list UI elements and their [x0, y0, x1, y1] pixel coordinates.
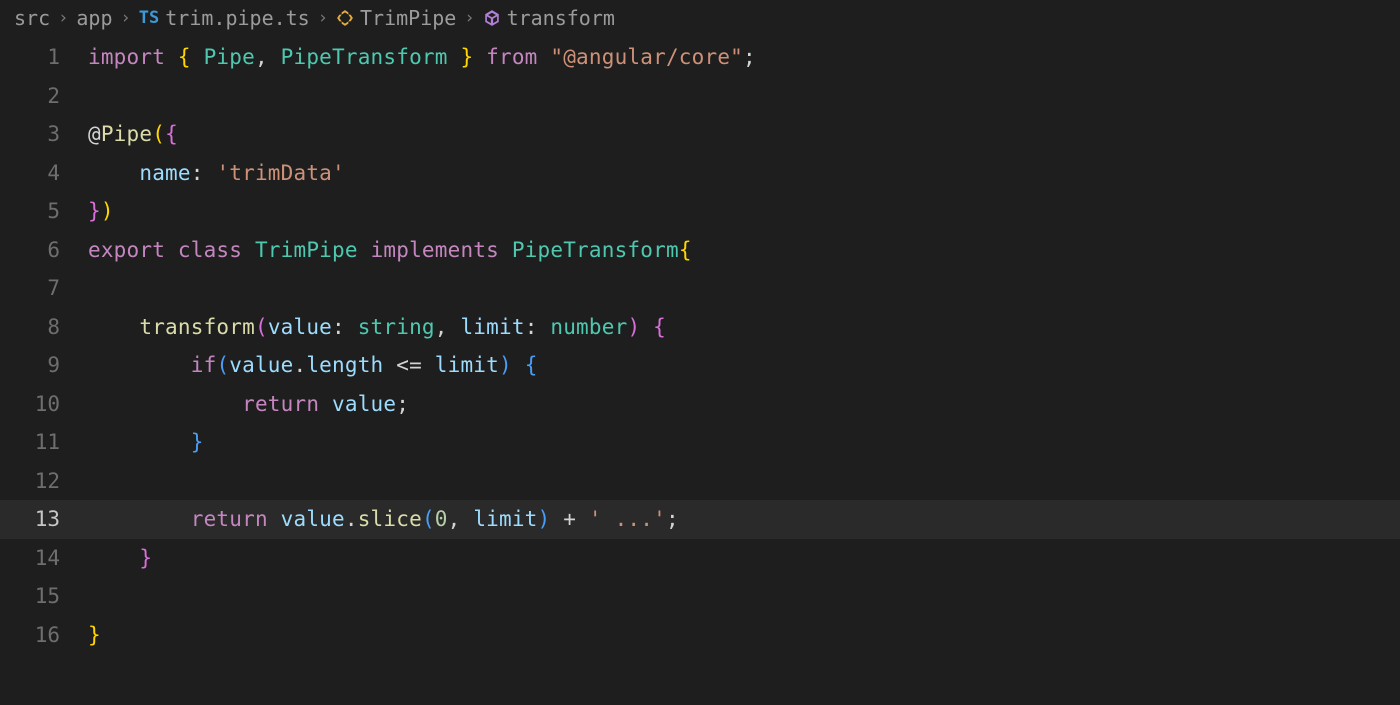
line-number: 3 [0, 122, 88, 146]
code-line[interactable]: 2 [0, 77, 1400, 116]
code-line[interactable]: 13 return value.slice(0, limit) + ' ...'… [0, 500, 1400, 539]
breadcrumb-label: app [76, 6, 112, 30]
line-number: 11 [0, 430, 88, 454]
code-content: } [88, 546, 152, 570]
code-content: } [88, 623, 101, 647]
breadcrumb-label: trim.pipe.ts [165, 6, 310, 30]
code-content: name: 'trimData' [88, 161, 345, 185]
breadcrumb: src › app › TS trim.pipe.ts › TrimPipe ›… [0, 0, 1400, 36]
line-number: 4 [0, 161, 88, 185]
code-line[interactable]: 12 [0, 462, 1400, 501]
chevron-right-icon: › [318, 8, 328, 28]
code-line[interactable]: 11 } [0, 423, 1400, 462]
code-content: @Pipe({ [88, 122, 178, 146]
line-number: 5 [0, 199, 88, 223]
code-content: }) [88, 199, 114, 223]
chevron-right-icon: › [464, 8, 474, 28]
breadcrumb-label: TrimPipe [360, 6, 456, 30]
breadcrumb-label: transform [507, 6, 615, 30]
code-content: } [88, 430, 204, 454]
code-line[interactable]: 8 transform(value: string, limit: number… [0, 308, 1400, 347]
breadcrumb-item-file[interactable]: TS trim.pipe.ts [139, 6, 310, 30]
line-number: 2 [0, 84, 88, 108]
code-content: import { Pipe, PipeTransform } from "@an… [88, 45, 756, 69]
chevron-right-icon: › [58, 8, 68, 28]
line-number: 8 [0, 315, 88, 339]
code-line[interactable]: 1import { Pipe, PipeTransform } from "@a… [0, 38, 1400, 77]
class-icon [336, 9, 354, 27]
breadcrumb-item-src[interactable]: src [14, 6, 50, 30]
breadcrumb-item-app[interactable]: app [76, 6, 112, 30]
code-line[interactable]: 9 if(value.length <= limit) { [0, 346, 1400, 385]
breadcrumb-item-class[interactable]: TrimPipe [336, 6, 456, 30]
line-number: 15 [0, 584, 88, 608]
code-line[interactable]: 6export class TrimPipe implements PipeTr… [0, 231, 1400, 270]
method-icon [483, 9, 501, 27]
code-line[interactable]: 4 name: 'trimData' [0, 154, 1400, 193]
code-content: if(value.length <= limit) { [88, 353, 538, 377]
code-line[interactable]: 3@Pipe({ [0, 115, 1400, 154]
line-number: 14 [0, 546, 88, 570]
code-content: return value; [88, 392, 409, 416]
code-line[interactable]: 10 return value; [0, 385, 1400, 424]
breadcrumb-item-method[interactable]: transform [483, 6, 615, 30]
code-line[interactable]: 5}) [0, 192, 1400, 231]
code-content: transform(value: string, limit: number) … [88, 315, 666, 339]
line-number: 1 [0, 45, 88, 69]
code-content: return value.slice(0, limit) + ' ...'; [88, 507, 679, 531]
typescript-file-icon: TS [139, 8, 159, 28]
code-line[interactable]: 15 [0, 577, 1400, 616]
line-number: 12 [0, 469, 88, 493]
line-number: 16 [0, 623, 88, 647]
chevron-right-icon: › [121, 8, 131, 28]
code-line[interactable]: 14 } [0, 539, 1400, 578]
line-number: 9 [0, 353, 88, 377]
code-line[interactable]: 16} [0, 616, 1400, 655]
breadcrumb-label: src [14, 6, 50, 30]
line-number: 7 [0, 276, 88, 300]
line-number: 6 [0, 238, 88, 262]
code-content: export class TrimPipe implements PipeTra… [88, 238, 692, 262]
line-number: 13 [0, 507, 88, 531]
code-editor[interactable]: 1import { Pipe, PipeTransform } from "@a… [0, 36, 1400, 654]
code-line[interactable]: 7 [0, 269, 1400, 308]
line-number: 10 [0, 392, 88, 416]
